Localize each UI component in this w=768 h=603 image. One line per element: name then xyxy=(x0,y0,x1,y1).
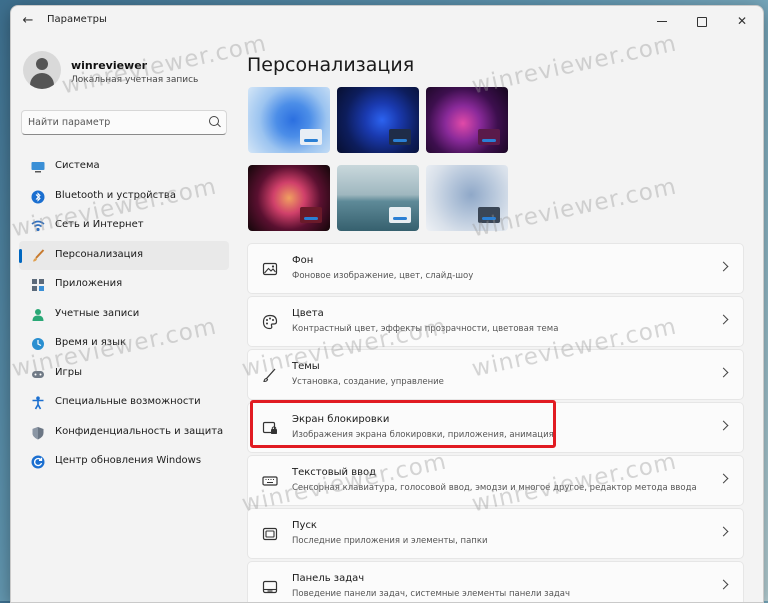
theme-glow[interactable] xyxy=(426,87,508,153)
start-icon xyxy=(262,527,278,541)
keyboard-icon xyxy=(262,476,278,486)
brush-icon xyxy=(33,248,45,261)
card-subtitle: Сенсорная клавиатура, голосовой ввод, эм… xyxy=(292,483,697,493)
gamepad-icon xyxy=(32,370,44,378)
sidebar-item-label: Центр обновления Windows xyxy=(55,455,202,466)
card-subtitle: Установка, создание, управление xyxy=(292,377,444,387)
page-title: Персонализация xyxy=(247,54,415,76)
theme-gallery xyxy=(248,87,512,235)
sidebar-item-label: Система xyxy=(55,160,100,171)
monitor-icon xyxy=(31,162,45,173)
update-icon xyxy=(31,455,45,469)
close-button[interactable]: ✕ xyxy=(727,8,757,34)
maximize-button[interactable] xyxy=(687,8,717,34)
card-title: Пуск xyxy=(292,520,317,531)
card-title: Фон xyxy=(292,255,314,266)
card-taskbar[interactable]: Панель задач Поведение панели задач, сис… xyxy=(247,561,744,602)
chevron-right-icon xyxy=(718,473,729,484)
sidebar-item-time-language[interactable]: Время и язык xyxy=(19,329,229,359)
minimize-button[interactable] xyxy=(647,8,677,34)
settings-window: ← Параметры ✕ winreviewer Локальная учет… xyxy=(10,5,764,603)
bluetooth-icon xyxy=(31,190,45,203)
sidebar-item-label: Специальные возможности xyxy=(55,396,201,407)
theme-captured-motion[interactable] xyxy=(248,165,330,231)
card-subtitle: Поведение панели задач, системные элемен… xyxy=(292,589,571,599)
search-input[interactable] xyxy=(28,114,198,131)
card-title: Темы xyxy=(292,361,320,372)
sidebar-item-privacy[interactable]: Конфиденциальность и защита xyxy=(19,418,229,448)
chevron-right-icon xyxy=(718,367,729,378)
chevron-right-icon xyxy=(718,261,729,272)
apps-icon xyxy=(32,279,44,291)
chevron-right-icon xyxy=(718,579,729,590)
sidebar-item-system[interactable]: Система xyxy=(19,152,229,182)
theme-windows-dark[interactable] xyxy=(337,87,419,153)
maximize-icon xyxy=(697,16,707,27)
highlight-box xyxy=(250,400,556,448)
user-profile[interactable]: winreviewer Локальная учетная запись xyxy=(23,51,223,97)
card-title: Текстовый ввод xyxy=(292,467,377,478)
minimize-icon xyxy=(657,20,667,23)
person-icon xyxy=(32,308,44,321)
card-colors[interactable]: Цвета Контрастный цвет, эффекты прозрачн… xyxy=(247,296,744,347)
chevron-right-icon xyxy=(718,526,729,537)
sidebar-nav: Система Bluetooth и устройства Сеть и Ин… xyxy=(19,152,229,477)
theme-flow[interactable] xyxy=(426,165,508,231)
sidebar-item-accessibility[interactable]: Специальные возможности xyxy=(19,388,229,418)
chevron-right-icon xyxy=(718,314,729,325)
sidebar-item-label: Персонализация xyxy=(55,248,143,260)
sidebar-item-label: Игры xyxy=(55,366,82,378)
sidebar-item-accounts[interactable]: Учетные записи xyxy=(19,300,229,330)
wifi-icon xyxy=(31,220,45,232)
card-background[interactable]: Фон Фоновое изображение, цвет, слайд-шоу xyxy=(247,243,744,294)
image-icon xyxy=(262,262,278,276)
globe-clock-icon xyxy=(32,338,44,350)
sidebar-item-personalization[interactable]: Персонализация xyxy=(19,240,229,270)
sidebar-item-windows-update[interactable]: Центр обновления Windows xyxy=(19,447,229,477)
accessibility-icon xyxy=(32,396,44,410)
sidebar-item-label: Bluetooth и устройства xyxy=(55,189,176,201)
sidebar-item-label: Время и язык xyxy=(55,337,127,348)
card-start[interactable]: Пуск Последние приложения и элементы, па… xyxy=(247,508,744,559)
shield-icon xyxy=(32,426,44,439)
sidebar-item-label: Учетные записи xyxy=(55,307,140,319)
sidebar-item-bluetooth[interactable]: Bluetooth и устройства xyxy=(19,182,229,212)
card-title: Цвета xyxy=(292,308,324,319)
pen-icon xyxy=(263,368,276,383)
sidebar-item-gaming[interactable]: Игры xyxy=(19,359,229,389)
back-button[interactable]: ← xyxy=(19,12,37,30)
avatar xyxy=(23,51,61,89)
sidebar-item-label: Конфиденциальность и защита xyxy=(55,425,224,437)
card-text-input[interactable]: Текстовый ввод Сенсорная клавиатура, гол… xyxy=(247,455,744,506)
taskbar-icon xyxy=(262,580,278,594)
sidebar-item-label: Сеть и Интернет xyxy=(55,219,144,230)
sidebar-item-label: Приложения xyxy=(55,278,123,289)
card-themes[interactable]: Темы Установка, создание, управление xyxy=(247,349,744,400)
app-title: Параметры xyxy=(47,14,107,25)
theme-sunrise[interactable] xyxy=(337,165,419,231)
search-box[interactable] xyxy=(21,110,227,135)
search-icon[interactable] xyxy=(209,116,219,126)
palette-icon xyxy=(262,314,278,330)
theme-windows-light[interactable] xyxy=(248,87,330,153)
account-type: Локальная учетная запись xyxy=(71,75,199,85)
card-title: Панель задач xyxy=(292,573,365,584)
sidebar-item-network[interactable]: Сеть и Интернет xyxy=(19,211,229,241)
chevron-right-icon xyxy=(718,420,729,431)
card-subtitle: Фоновое изображение, цвет, слайд-шоу xyxy=(292,271,474,281)
card-subtitle: Контрастный цвет, эффекты прозрачности, … xyxy=(292,324,559,334)
sidebar-item-apps[interactable]: Приложения xyxy=(19,270,229,300)
card-subtitle: Последние приложения и элементы, папки xyxy=(292,536,488,546)
user-name: winreviewer xyxy=(71,59,148,72)
title-bar: ← Параметры ✕ xyxy=(11,6,763,36)
